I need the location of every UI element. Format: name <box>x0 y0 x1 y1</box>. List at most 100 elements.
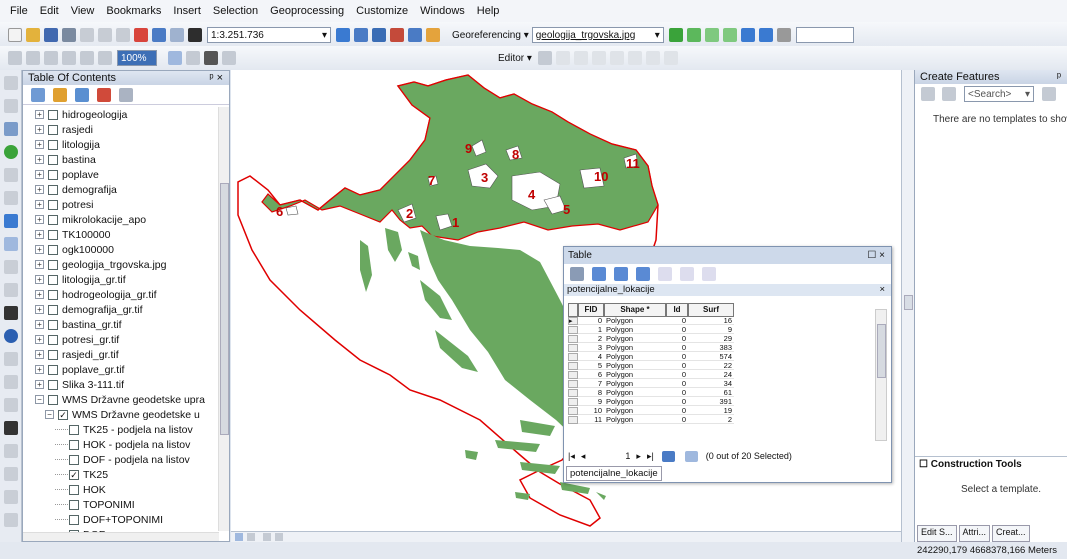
trace-icon[interactable] <box>591 51 606 65</box>
go-to-xy-icon[interactable] <box>3 467 18 481</box>
editor-menu[interactable]: Editor ▾ <box>498 53 532 64</box>
show-all-records-icon[interactable] <box>661 450 675 462</box>
table-cell[interactable]: Polygon <box>604 317 666 325</box>
table-cell[interactable]: Polygon <box>604 335 666 343</box>
column-header[interactable]: Surf <box>688 303 734 317</box>
georeferencing-menu[interactable]: Georeferencing ▾ <box>452 30 529 41</box>
zoom-out-icon[interactable] <box>26 51 40 65</box>
measure-icon[interactable] <box>3 398 18 412</box>
expand-icon[interactable]: + <box>35 335 44 344</box>
expand-icon[interactable]: + <box>35 170 44 179</box>
rotate-icon[interactable] <box>722 28 737 42</box>
pan-icon[interactable] <box>44 51 58 65</box>
search-icon[interactable] <box>1042 87 1056 101</box>
toc-layer-row[interactable]: + bastina_gr.tif <box>35 317 122 332</box>
table-cell[interactable]: 0 <box>666 353 688 361</box>
menu-item[interactable]: Edit <box>34 5 65 17</box>
column-header[interactable]: Id <box>666 303 688 317</box>
close-icon[interactable]: × <box>879 284 885 296</box>
catalog-icon[interactable] <box>372 28 386 42</box>
data-view-button[interactable] <box>247 533 255 541</box>
viewer-icon[interactable] <box>758 28 773 42</box>
clear-selection-icon[interactable] <box>658 267 672 281</box>
table-cell[interactable]: Polygon <box>604 407 666 415</box>
table-cell[interactable]: 3 <box>578 344 604 352</box>
table-cell[interactable]: 0 <box>666 380 688 388</box>
layer-visibility-checkbox[interactable] <box>48 334 58 345</box>
list-by-drawing-order-icon[interactable] <box>31 87 45 102</box>
layout-view-icon[interactable] <box>168 51 182 65</box>
grid-scrollbar[interactable] <box>875 309 887 441</box>
row-selector[interactable] <box>568 407 578 415</box>
toc-layer-row[interactable]: + geologija_trgovska.jpg <box>35 257 167 272</box>
layer-visibility-checkbox[interactable] <box>48 259 58 270</box>
table-cell[interactable]: 574 <box>688 353 734 361</box>
table-cell[interactable]: 383 <box>688 344 734 352</box>
layer-visibility-checkbox[interactable] <box>48 349 58 360</box>
expand-icon[interactable]: + <box>35 290 44 299</box>
map-vscrollbar[interactable] <box>901 70 914 542</box>
table-cell[interactable]: 0 <box>578 317 604 325</box>
find-route-icon[interactable] <box>3 444 18 458</box>
menu-item[interactable]: Windows <box>414 5 471 17</box>
globe-icon[interactable] <box>3 145 18 159</box>
toc-layer-row[interactable]: + rasjedi_gr.tif <box>35 347 119 362</box>
table-cell[interactable]: 0 <box>666 371 688 379</box>
table-cell[interactable]: 0 <box>666 344 688 352</box>
expand-icon[interactable]: + <box>35 215 44 224</box>
layout-view-button[interactable] <box>235 533 243 541</box>
rotate-edit-icon[interactable] <box>627 51 642 65</box>
forward-arrow-icon[interactable] <box>3 237 18 251</box>
hyperlink-icon[interactable] <box>3 352 18 366</box>
scale-combo[interactable]: 1:3.251.736 ▾ <box>207 27 331 43</box>
toc-close-icon[interactable]: ᵖ × <box>209 72 223 84</box>
layer-visibility-checkbox[interactable]: ✓ <box>69 469 79 480</box>
binoculars-icon[interactable] <box>204 51 218 65</box>
table-cell[interactable]: 2 <box>578 335 604 343</box>
toc-layer-row[interactable]: ✓ TK25 <box>55 467 108 482</box>
menu-item[interactable]: File <box>4 5 34 17</box>
expand-icon[interactable]: + <box>35 260 44 269</box>
table-options-icon[interactable] <box>570 267 584 281</box>
layer-visibility-checkbox[interactable] <box>48 214 58 225</box>
pin-icon[interactable]: ᵖ <box>1057 71 1061 83</box>
layer-visibility-checkbox[interactable] <box>69 484 79 495</box>
expand-icon[interactable]: + <box>35 245 44 254</box>
column-header[interactable]: Shape * <box>604 303 666 317</box>
copy-icon[interactable] <box>98 28 112 42</box>
fixed-zoom-in-icon[interactable] <box>3 168 18 182</box>
layer-visibility-checkbox[interactable] <box>48 319 58 330</box>
fixed-zoom-icon[interactable] <box>80 51 94 65</box>
link-table-icon[interactable] <box>740 28 755 42</box>
table-cell[interactable]: Polygon <box>604 362 666 370</box>
magnifier-icon[interactable] <box>776 28 791 42</box>
table-cell[interactable]: Polygon <box>604 326 666 334</box>
toc-layer-row[interactable]: DOF+TOPONIMI <box>55 512 163 527</box>
expand-icon[interactable]: + <box>35 350 44 359</box>
menu-item[interactable]: Geoprocessing <box>264 5 350 17</box>
select-by-attributes-icon[interactable] <box>614 267 628 281</box>
toc-layer-row[interactable]: + hidrogeologija <box>35 107 127 122</box>
column-header[interactable]: FID <box>578 303 604 317</box>
toc-layer-row[interactable]: DOF - podjela na listov <box>55 452 190 467</box>
layer-visibility-checkbox[interactable] <box>48 184 58 195</box>
full-extent-icon[interactable] <box>62 51 76 65</box>
fit-display-icon[interactable] <box>704 28 719 42</box>
zoom-in-icon[interactable] <box>3 76 18 90</box>
toc-layer-row[interactable]: + litologija_gr.tif <box>35 272 126 287</box>
list-by-visibility-icon[interactable] <box>75 87 89 102</box>
page-icon[interactable] <box>186 51 200 65</box>
layer-visibility-checkbox[interactable] <box>48 109 58 120</box>
layer-visibility-checkbox[interactable] <box>48 229 58 240</box>
toc-layer-row[interactable]: TOPONIMI <box>55 497 135 512</box>
layer-visibility-checkbox[interactable] <box>48 199 58 210</box>
auto-registration-icon[interactable] <box>686 28 701 42</box>
table-cell[interactable]: 10 <box>578 407 604 415</box>
layer-visibility-checkbox[interactable] <box>48 154 58 165</box>
row-selector[interactable] <box>568 371 578 379</box>
table-cell[interactable]: 22 <box>688 362 734 370</box>
redo-icon[interactable] <box>170 28 184 42</box>
select-elements-icon[interactable] <box>3 260 18 274</box>
toc-layer-row[interactable]: + ogk100000 <box>35 242 114 257</box>
layer-visibility-checkbox[interactable] <box>48 289 58 300</box>
